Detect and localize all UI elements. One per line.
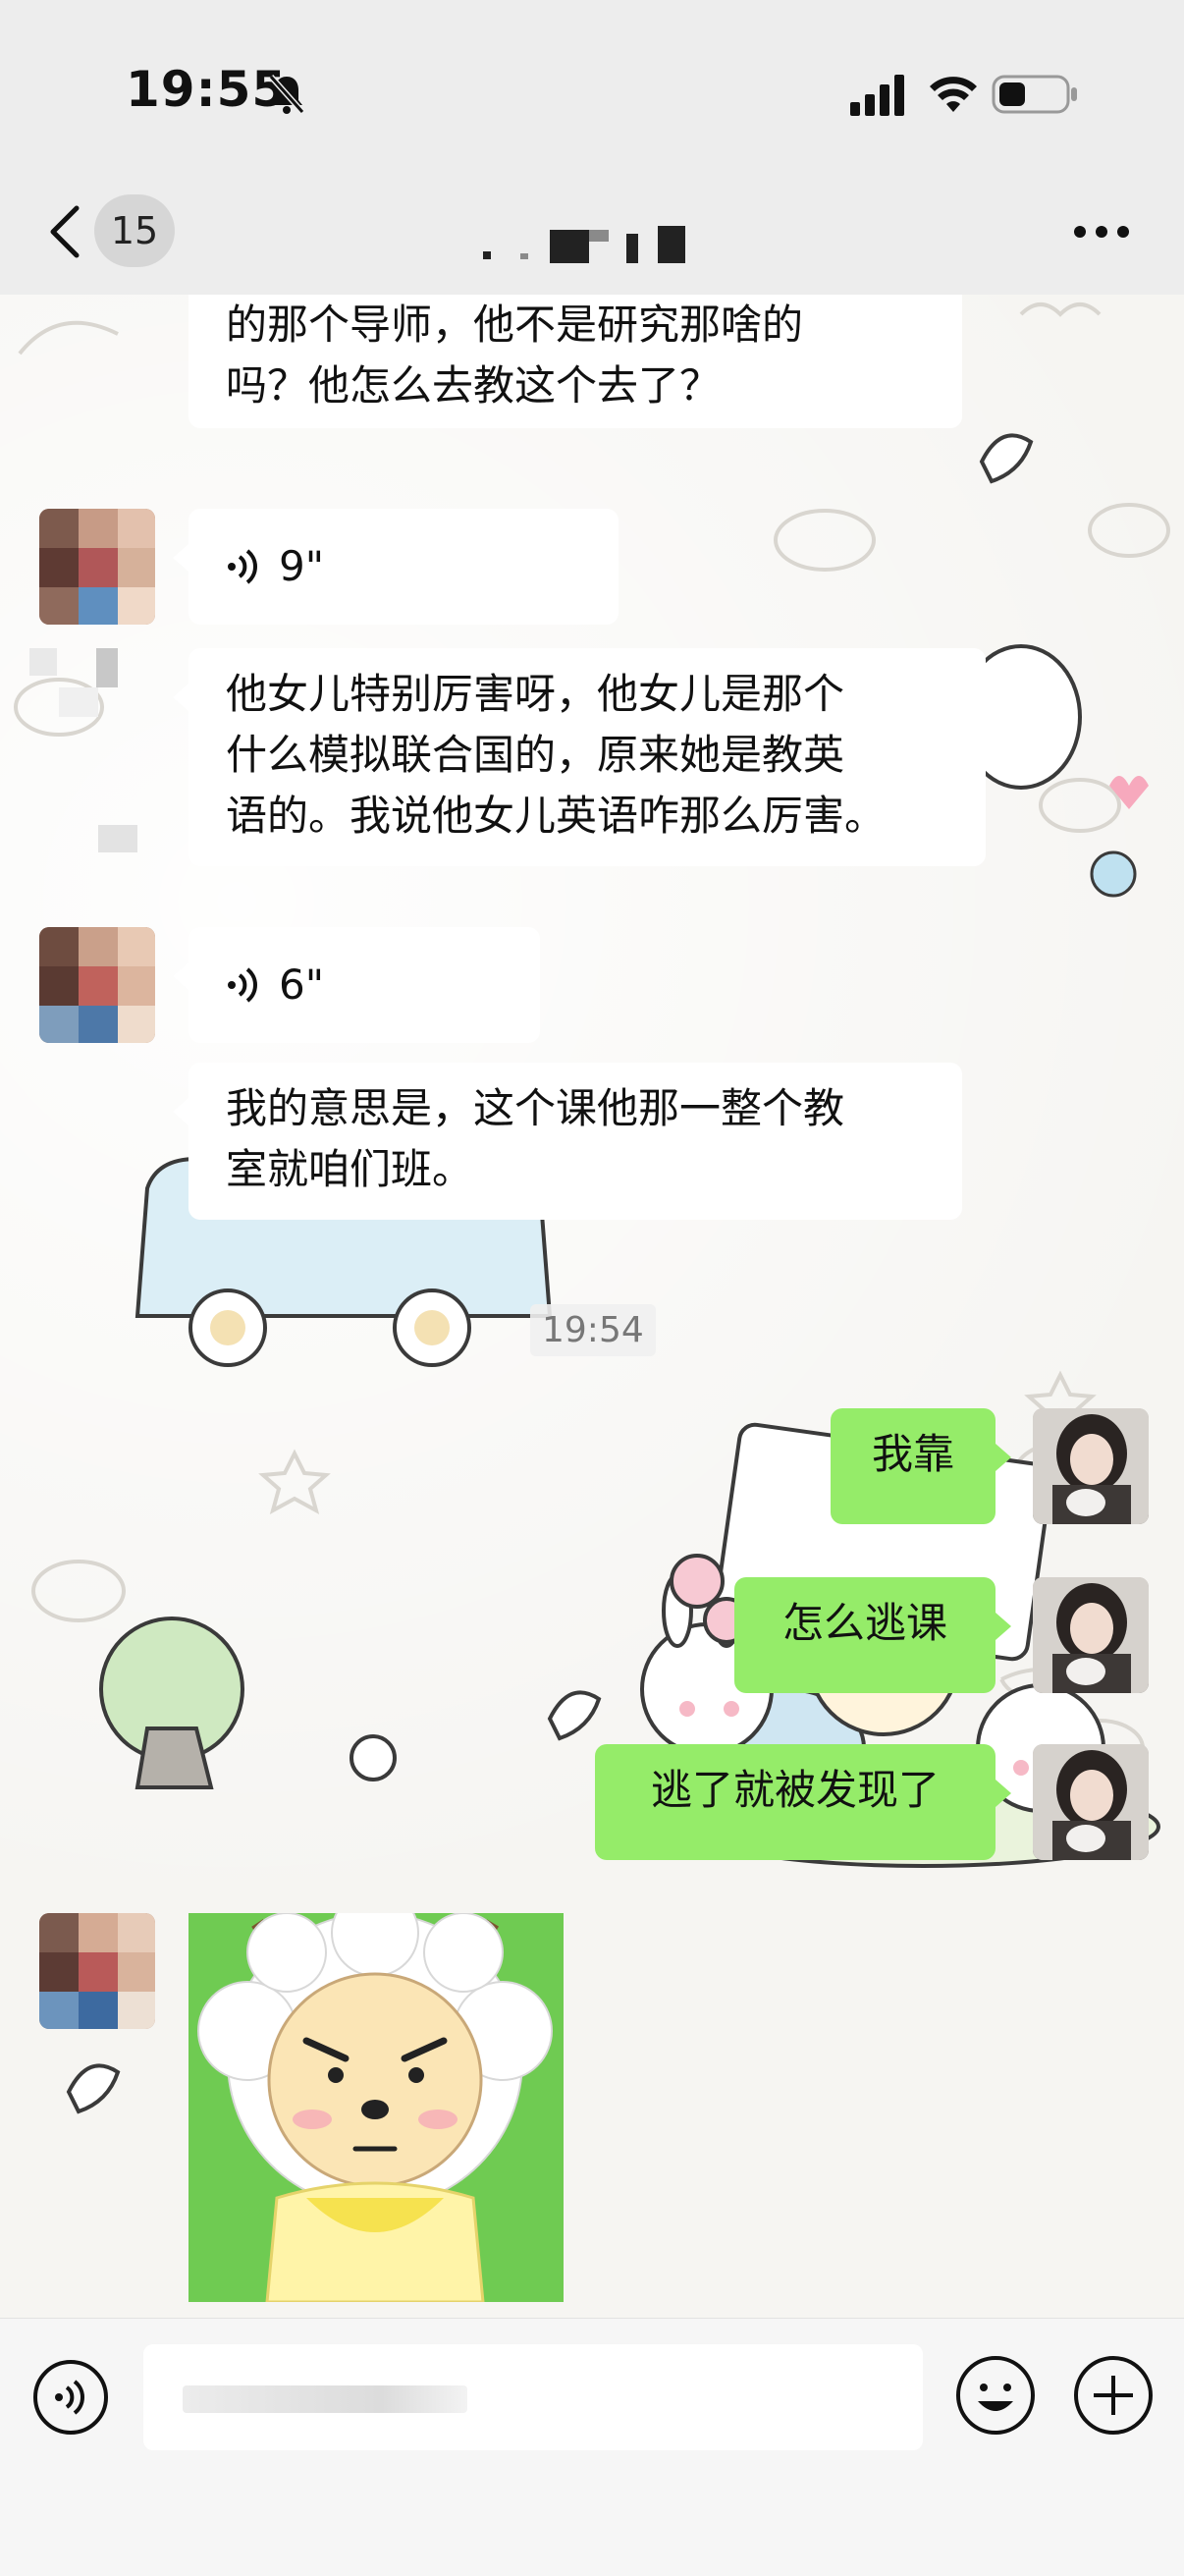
wifi-icon — [930, 77, 977, 112]
status-bar: 19:55 — [0, 0, 1184, 187]
profile-photo-icon — [1033, 1577, 1149, 1693]
avatar-redacted — [20, 648, 147, 874]
voice-wave-icon — [228, 549, 257, 584]
message-text-line: 我靠 — [871, 1430, 954, 1478]
message-bubble-incoming[interactable]: 我的意思是，这个课他那一整个教 室就咱们班。 — [173, 1063, 962, 1220]
plus-icon[interactable] — [1072, 2354, 1155, 2437]
unread-count-badge[interactable]: 15 — [94, 194, 175, 267]
avatar[interactable] — [39, 927, 155, 1043]
message-input[interactable] — [143, 2344, 923, 2450]
avatar[interactable] — [39, 1913, 155, 2029]
voice-message-bubble[interactable]: 6" — [173, 927, 540, 1043]
ellipsis-icon[interactable] — [1072, 222, 1131, 242]
voice-mode-icon[interactable] — [31, 2358, 110, 2437]
bubble-tail — [996, 1613, 1011, 1640]
chat-header: 15 — [0, 187, 1184, 295]
message-text-line: 怎么逃课 — [781, 1599, 947, 1647]
bubble-tail — [173, 544, 188, 572]
angry-sheep-sticker-icon — [188, 1913, 564, 2302]
message-text-line: 的那个导师，他不是研究那啥的 — [226, 301, 804, 349]
chevron-left-icon[interactable] — [43, 202, 86, 261]
voice-message-bubble[interactable]: 9" — [173, 509, 619, 625]
bell-off-icon — [268, 75, 305, 114]
input-draft-redacted — [183, 2385, 467, 2413]
time-divider: 19:54 — [530, 1304, 656, 1356]
chat-title-redacted — [471, 204, 707, 263]
bubble-tail — [173, 1098, 188, 1125]
pixelated-avatar-icon — [39, 1913, 155, 2029]
avatar-self[interactable] — [1033, 1744, 1149, 1860]
voice-duration: 6" — [279, 960, 325, 1009]
message-bubble-incoming[interactable]: 的那个导师，他不是研究那啥的 吗？他怎么去教这个去了？ — [188, 295, 962, 428]
voice-wave-icon — [228, 967, 257, 1003]
battery-icon — [992, 75, 1077, 114]
avatar-self[interactable] — [1033, 1577, 1149, 1693]
message-text-line: 什么模拟联合国的，原来她是教英 — [226, 731, 845, 779]
status-time: 19:55 — [126, 61, 288, 118]
profile-photo-icon — [1033, 1408, 1149, 1524]
avatar-self[interactable] — [1033, 1408, 1149, 1524]
pixelated-avatar-icon — [39, 509, 155, 625]
pixelated-avatar-icon — [39, 927, 155, 1043]
input-bar — [0, 2318, 1184, 2576]
sticker-message[interactable] — [188, 1913, 564, 2302]
message-text-line: 语的。我说他女儿英语咋那么厉害。 — [226, 792, 887, 840]
bubble-tail — [996, 1780, 1011, 1807]
message-text-line: 室就咱们班。 — [226, 1145, 474, 1193]
message-bubble-outgoing[interactable]: 怎么逃课 — [734, 1577, 1011, 1693]
profile-photo-icon — [1033, 1744, 1149, 1860]
avatar[interactable] — [39, 509, 155, 625]
message-bubble-incoming[interactable]: 他女儿特别厉害呀，他女儿是那个 什么模拟联合国的，原来她是教英 语的。我说他女儿… — [173, 648, 986, 866]
bubble-tail — [173, 962, 188, 990]
bubble-tail — [996, 1444, 1011, 1471]
bubble-tail — [173, 684, 188, 711]
voice-duration: 9" — [279, 542, 325, 590]
message-text-line: 我的意思是，这个课他那一整个教 — [226, 1084, 845, 1132]
message-bubble-outgoing[interactable]: 我靠 — [831, 1408, 1011, 1524]
message-list[interactable]: 的那个导师，他不是研究那啥的 吗？他怎么去教这个去了？ 9" 他女儿特别厉害呀，… — [0, 295, 1184, 2318]
message-bubble-outgoing[interactable]: 逃了就被发现了 — [595, 1744, 1011, 1860]
message-text-line: 逃了就被发现了 — [650, 1766, 940, 1814]
message-text-line: 吗？他怎么去教这个去了？ — [226, 361, 722, 410]
emoji-icon[interactable] — [954, 2354, 1037, 2437]
message-text-line: 他女儿特别厉害呀，他女儿是那个 — [226, 670, 845, 718]
signal-icon — [850, 75, 904, 116]
